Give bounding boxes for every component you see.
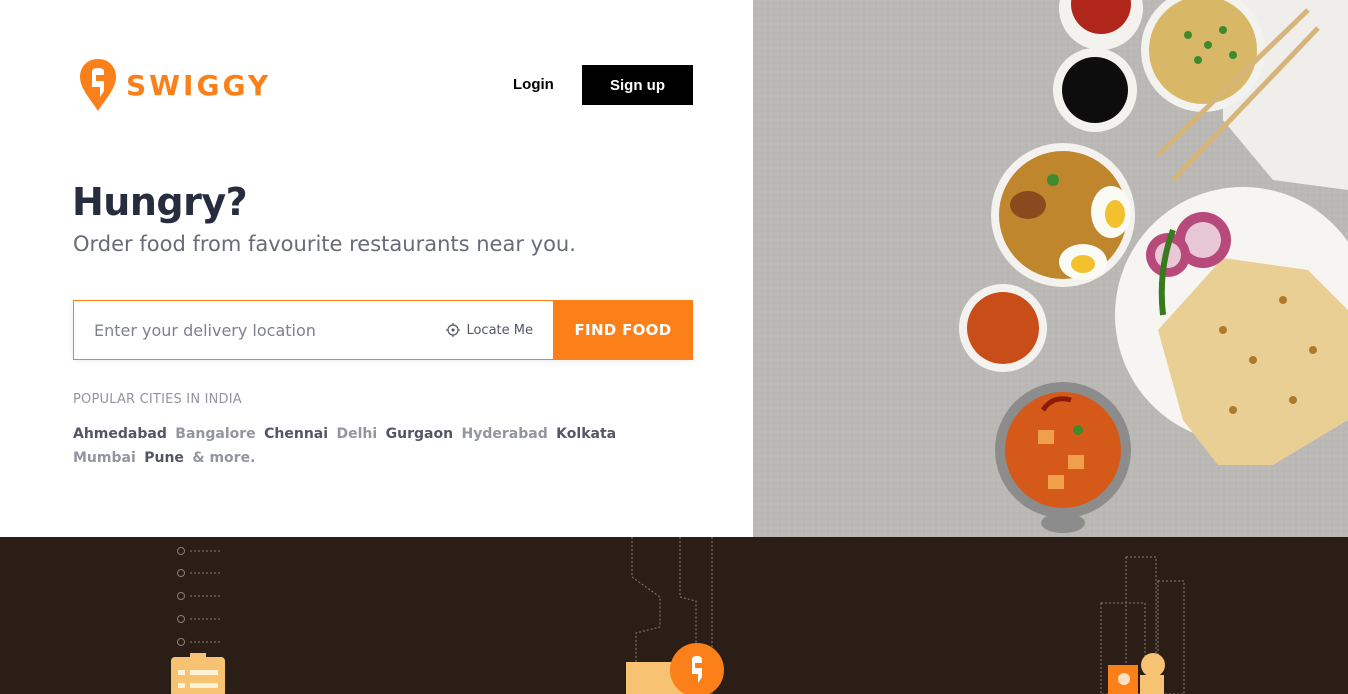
crosshair-icon <box>446 323 461 337</box>
logo[interactable]: SWIGGY <box>78 57 271 113</box>
headline: Hungry? <box>72 180 248 224</box>
city-link[interactable]: Hyderabad <box>462 426 548 442</box>
swiggy-logo-icon <box>80 59 116 111</box>
delivery-search-bar: Locate Me FIND FOOD <box>73 300 693 360</box>
city-link[interactable]: Ahmedabad <box>73 426 167 442</box>
city-link[interactable]: Gurgaon <box>386 426 453 442</box>
city-link[interactable]: Chennai <box>264 426 328 442</box>
popular-cities-title: POPULAR CITIES IN INDIA <box>73 392 242 407</box>
locate-me-button[interactable]: Locate Me <box>446 323 533 338</box>
city-link[interactable]: & more. <box>192 450 255 466</box>
subheadline: Order food from favourite restaurants ne… <box>73 232 576 256</box>
delivery-location-input[interactable] <box>74 301 447 359</box>
city-link[interactable]: Pune <box>144 450 184 466</box>
how-it-works-strip <box>0 537 1348 694</box>
locate-me-label: Locate Me <box>466 322 533 338</box>
find-food-button[interactable]: FIND FOOD <box>553 300 693 360</box>
food-platter-illustration <box>753 0 1348 537</box>
illustrations <box>171 537 1185 694</box>
city-link[interactable]: Delhi <box>337 426 378 442</box>
city-link[interactable]: Bangalore <box>175 426 255 442</box>
signup-button[interactable]: Sign up <box>582 65 693 105</box>
login-link[interactable]: Login <box>513 76 554 93</box>
order-list-icon <box>177 547 220 646</box>
page: SWIGGY Login Sign up Hungry? Order food … <box>0 0 1348 694</box>
hero-panel: SWIGGY Login Sign up Hungry? Order food … <box>0 0 753 537</box>
food-image <box>753 0 1348 537</box>
brand-name: SWIGGY <box>126 68 272 102</box>
city-link[interactable]: Kolkata <box>556 426 616 442</box>
city-link[interactable]: Mumbai <box>73 450 136 466</box>
popular-cities-list: Ahmedabad Bangalore Chennai Delhi Gurgao… <box>73 422 653 470</box>
